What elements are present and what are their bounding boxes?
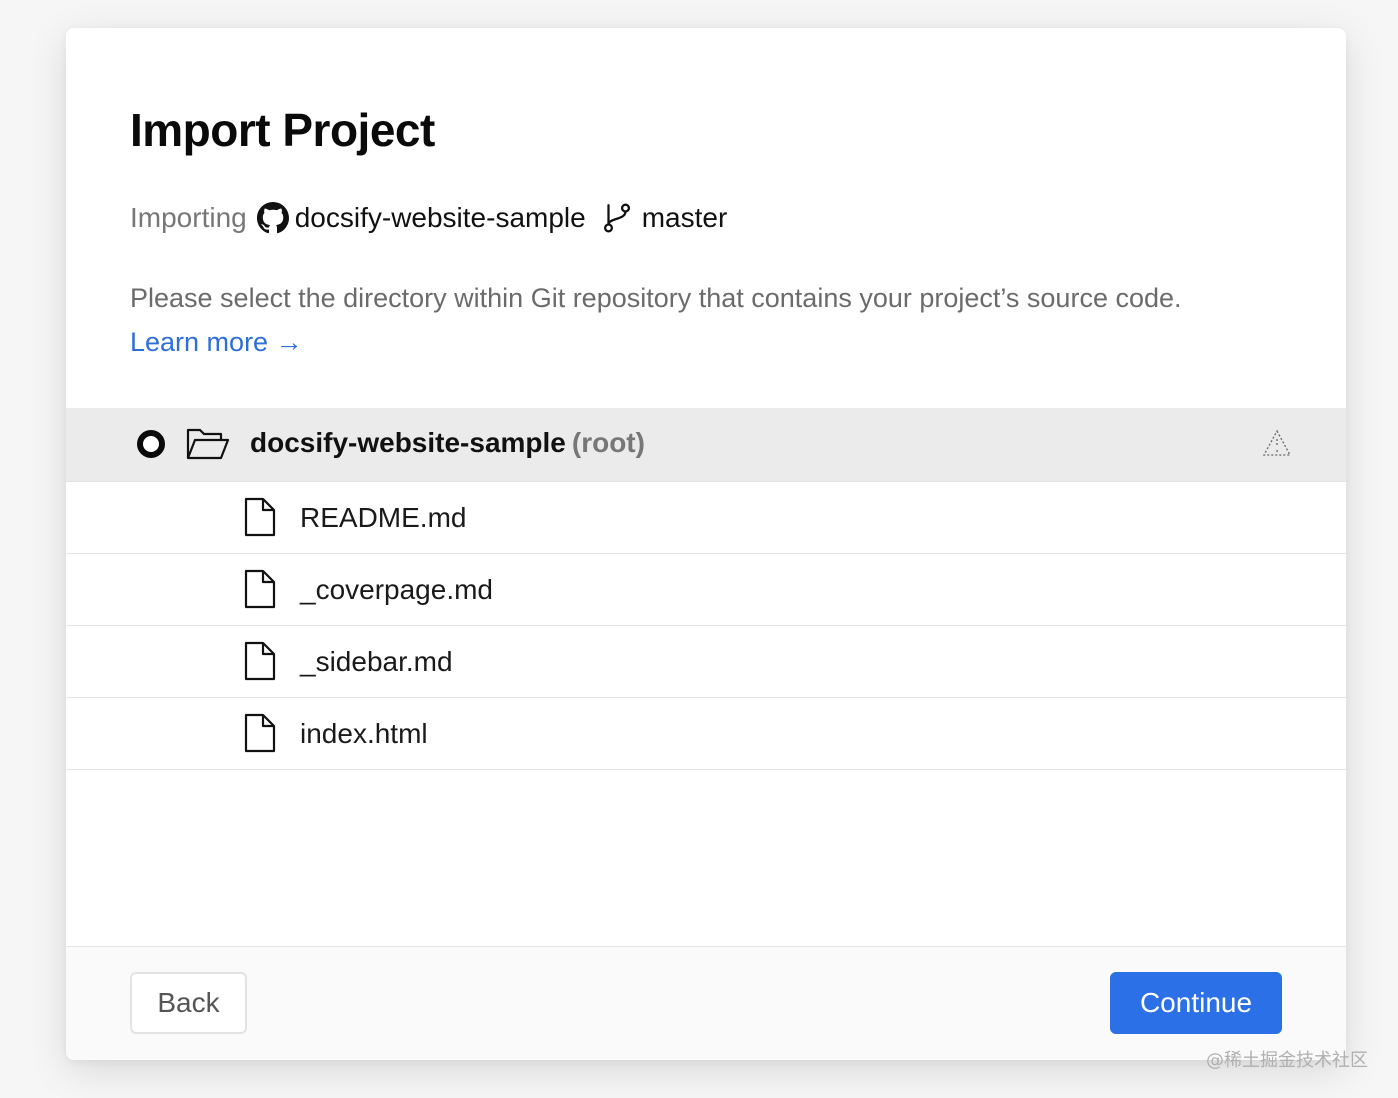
file-name: _sidebar.md <box>300 646 453 677</box>
back-button[interactable]: Back <box>130 972 247 1034</box>
repo-name: docsify-website-sample <box>294 202 586 233</box>
description-text: Please select the directory within Git r… <box>130 283 1182 313</box>
file-name: _coverpage.md <box>300 574 494 605</box>
import-project-card: Import Project Importing docsify-website… <box>66 28 1346 1060</box>
dialog-footer: Back Continue <box>66 946 1346 1060</box>
branch-name: master <box>641 202 728 233</box>
file-name: index.html <box>300 718 428 749</box>
root-directory-row[interactable]: docsify-website-sample (root) <box>66 408 1346 482</box>
continue-button[interactable]: Continue <box>1110 972 1282 1034</box>
warning-triangle-icon <box>1262 429 1292 462</box>
learn-more-link[interactable]: Learn more → <box>130 327 303 357</box>
file-name: README.md <box>300 502 467 533</box>
root-directory-label: docsify-website-sample (root) <box>250 424 645 462</box>
file-row: _sidebar.md <box>66 626 1346 698</box>
file-icon <box>243 569 277 614</box>
importing-label: Importing <box>130 202 247 233</box>
importing-line: Importing docsify-website-sample master <box>130 198 727 238</box>
file-row: index.html <box>66 698 1346 770</box>
file-icon <box>243 641 277 686</box>
root-directory-name: docsify-website-sample <box>250 427 566 458</box>
file-row: README.md <box>66 482 1346 554</box>
root-radio-button[interactable] <box>137 430 165 458</box>
git-branch-icon <box>600 201 634 235</box>
root-suffix: (root) <box>571 427 645 458</box>
folder-open-icon <box>186 427 230 466</box>
file-row: _coverpage.md <box>66 554 1346 626</box>
github-icon <box>256 202 289 234</box>
file-icon <box>243 713 277 758</box>
file-icon <box>243 497 277 542</box>
watermark: @稀土掘金技术社区 <box>1206 1050 1368 1071</box>
description: Please select the directory within Git r… <box>130 276 1310 364</box>
page-title: Import Project <box>130 104 435 156</box>
directory-tree: docsify-website-sample(root) README.md <box>66 408 1346 770</box>
